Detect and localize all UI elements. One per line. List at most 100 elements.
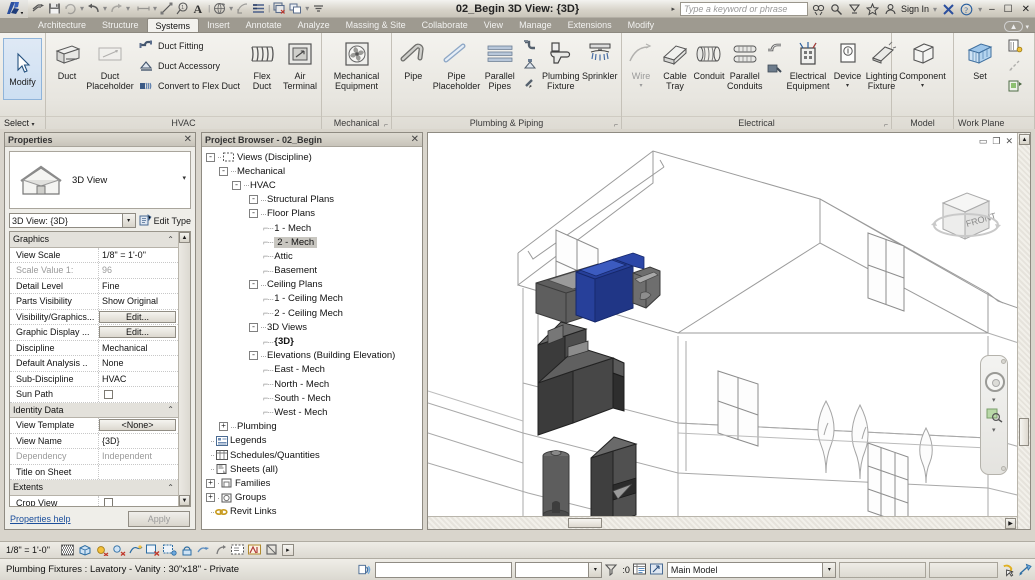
scroll-down-icon[interactable]: ▼ xyxy=(179,495,190,506)
zoom-dropdown-arrow[interactable]: ▾ xyxy=(992,426,996,434)
quick-access-toolbar[interactable]: ▾ ▾ ▾ ▾ 1 A | ▾ | ▾ xyxy=(28,0,326,18)
lock-3d-view-icon[interactable] xyxy=(180,544,194,557)
detail-level-fine-icon[interactable] xyxy=(61,544,75,557)
property-group-identity-data[interactable]: Identity Data ⌃ xyxy=(10,402,178,418)
property-row-title-on-sheet[interactable]: Title on Sheet xyxy=(10,464,178,480)
tree-node-attic[interactable]: ⌐··· Attic xyxy=(206,249,422,263)
minimize-window-button[interactable]: – xyxy=(986,4,998,15)
qat-dropdown-arrow[interactable]: ▾ xyxy=(79,4,85,13)
close-view-icon[interactable]: ✕ xyxy=(1005,136,1013,147)
property-value[interactable]: {3D} xyxy=(98,433,178,448)
tree-node-legends[interactable]: ·· Legends xyxy=(206,434,422,448)
sync-with-central-icon[interactable] xyxy=(63,1,78,16)
property-row-default-analysis[interactable]: Default Analysis .. None xyxy=(10,356,178,372)
tree-node-floor-plans[interactable]: - ··· Floor Plans xyxy=(206,207,422,221)
ref-plane-button[interactable] xyxy=(1004,56,1026,76)
duct-accessory-button[interactable]: Duct Accessory xyxy=(136,56,243,76)
temporary-view-properties-icon[interactable] xyxy=(230,544,245,557)
apply-button[interactable]: Apply xyxy=(128,511,190,527)
wire-button[interactable]: Wire ▾ xyxy=(624,36,658,91)
property-row-sun-path[interactable]: Sun Path xyxy=(10,387,178,403)
property-row-crop-view[interactable]: Crop View xyxy=(10,495,178,506)
visibility-graphics-edit-button[interactable]: Edit... xyxy=(99,310,176,323)
tree-node-2-ceiling-mech[interactable]: ⌐··· 2 - Ceiling Mech xyxy=(206,306,422,320)
tree-node-basement[interactable]: ⌐··· Basement xyxy=(206,264,422,278)
properties-close-icon[interactable]: ✕ xyxy=(184,134,192,145)
tab-structure[interactable]: Structure xyxy=(94,18,147,32)
component-button[interactable]: Component ▾ xyxy=(894,36,951,91)
cable-tray-button[interactable]: Cable Tray xyxy=(658,36,692,93)
measure-dropdown-arrow[interactable]: ▾ xyxy=(152,4,158,13)
more-icon[interactable]: ▸ xyxy=(281,544,294,556)
text-icon[interactable]: A xyxy=(191,1,206,16)
property-value[interactable]: HVAC xyxy=(98,371,178,386)
tab-manage[interactable]: Manage xyxy=(511,18,560,32)
type-selector-dropdown-arrow[interactable]: ▾ xyxy=(121,214,135,227)
tab-view[interactable]: View xyxy=(476,18,511,32)
sign-in-button[interactable]: Sign In xyxy=(901,4,929,14)
sun-path-checkbox[interactable] xyxy=(104,389,113,399)
edit-type-button[interactable]: Edit Type xyxy=(139,214,191,227)
expander-icon[interactable]: - xyxy=(249,351,258,361)
favorites-icon[interactable] xyxy=(865,2,880,17)
steering-wheels-dropdown-arrow[interactable]: ▾ xyxy=(992,396,996,404)
tree-node-elevations[interactable]: - ··· Elevations (Building Elevation) xyxy=(206,349,422,363)
mechanical-equipment-button[interactable]: Mechanical Equipment xyxy=(325,36,389,93)
viewer-button[interactable] xyxy=(1004,76,1026,96)
property-value[interactable]: 1/8" = 1'-0" xyxy=(98,247,178,262)
tree-node-structural-plans[interactable]: - ··· Structural Plans xyxy=(206,193,422,207)
tab-collaborate[interactable]: Collaborate xyxy=(414,18,476,32)
save-icon[interactable] xyxy=(47,1,62,16)
minimize-view-icon[interactable]: ▭ xyxy=(979,136,988,147)
expander-icon[interactable]: - xyxy=(249,195,258,205)
tree-node-schedules-quantities[interactable]: ·· Schedules/Quantities xyxy=(206,448,422,462)
3d-view-canvas[interactable]: FRONT ▾ ▾ ▭ ❐ ✕ ▲ ▶ xyxy=(427,132,1031,530)
expander-icon[interactable]: - xyxy=(206,152,215,162)
tab-analyze[interactable]: Analyze xyxy=(290,18,338,32)
tab-extensions[interactable]: Extensions xyxy=(560,18,620,32)
design-options-icon[interactable] xyxy=(358,563,372,576)
subscription-icon[interactable] xyxy=(847,2,862,17)
pipe-fitting-button[interactable] xyxy=(519,36,541,55)
tree-node-north-mech[interactable]: ⌐··· North - Mech xyxy=(206,377,422,391)
pipe-button[interactable]: Pipe xyxy=(394,36,432,84)
switch-windows-icon[interactable] xyxy=(288,1,303,16)
tree-node-views-discipline[interactable]: - ·· Views (Discipline) xyxy=(206,150,422,164)
crop-view-checkbox[interactable] xyxy=(104,498,113,506)
view-vscroll-thumb[interactable] xyxy=(1019,418,1029,446)
properties-scrollbar[interactable]: ▲ ▼ xyxy=(178,232,190,506)
tree-node-3d[interactable]: ⌐··· {3D} xyxy=(206,334,422,348)
status-combo[interactable]: ▾ xyxy=(515,561,603,578)
parallel-pipes-button[interactable]: Parallel Pipes xyxy=(480,36,518,93)
aligned-dimension-icon[interactable] xyxy=(159,1,174,16)
maximize-window-button[interactable]: ☐ xyxy=(1001,4,1016,15)
project-browser-close-icon[interactable]: ✕ xyxy=(411,134,419,145)
view-template-button[interactable]: <None> xyxy=(99,419,176,432)
sign-in-dropdown-arrow[interactable]: ▾ xyxy=(932,5,938,14)
expander-icon[interactable]: - xyxy=(249,209,258,219)
property-group-graphics[interactable]: Graphics ⌃ xyxy=(10,232,178,248)
expander-icon[interactable]: - xyxy=(249,322,258,332)
electrical-equipment-button[interactable]: Electrical Equipment xyxy=(786,36,831,93)
open-icon[interactable] xyxy=(31,1,46,16)
set-workplane-button[interactable]: Set xyxy=(956,36,1004,84)
help-icon[interactable]: ? xyxy=(959,2,974,17)
collapse-icon[interactable]: ⌃ xyxy=(167,235,178,244)
device-button[interactable]: Device ▾ xyxy=(831,36,865,91)
exclude-options-icon[interactable] xyxy=(605,563,619,576)
expander-icon[interactable]: - xyxy=(232,180,241,190)
temporary-hide-isolate-icon[interactable] xyxy=(197,544,211,557)
search-icon[interactable] xyxy=(811,2,826,17)
tab-modify[interactable]: Modify xyxy=(620,18,663,32)
property-value[interactable]: Mechanical xyxy=(98,340,178,355)
account-icon[interactable] xyxy=(883,2,898,17)
restore-view-icon[interactable]: ❐ xyxy=(992,136,1000,147)
expander-icon[interactable]: - xyxy=(249,280,258,290)
close-hidden-windows-icon[interactable] xyxy=(272,1,287,16)
status-combo-arrow[interactable]: ▾ xyxy=(588,562,602,577)
redo-dropdown-arrow[interactable]: ▾ xyxy=(125,4,131,13)
tab-insert[interactable]: Insert xyxy=(199,18,238,32)
tree-node-plumbing[interactable]: + ··· Plumbing xyxy=(206,420,422,434)
show-workplane-button[interactable] xyxy=(1004,36,1026,56)
worksets-icon[interactable] xyxy=(649,563,664,576)
